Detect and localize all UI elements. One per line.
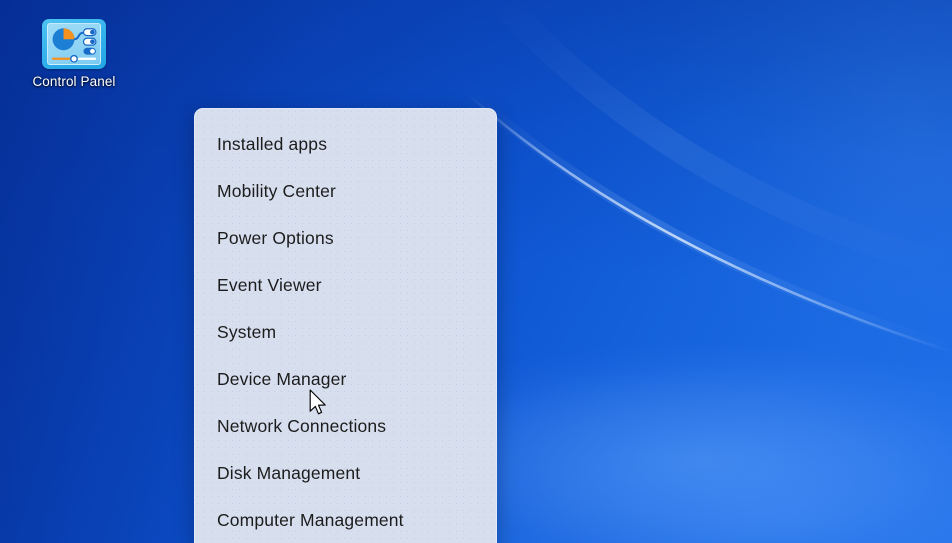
menu-item-computer-management[interactable]: Computer Management	[194, 497, 497, 543]
menu-item-disk-management[interactable]: Disk Management	[194, 450, 497, 497]
power-user-menu-list: Installed apps Mobility Center Power Opt…	[194, 108, 497, 543]
control-panel-icon-screen	[47, 23, 101, 65]
desktop[interactable]: Control Panel Installed apps Mobility Ce…	[0, 0, 952, 543]
control-panel-icon	[42, 19, 106, 69]
desktop-icon-control-panel[interactable]: Control Panel	[24, 14, 124, 90]
menu-item-power-options[interactable]: Power Options	[194, 215, 497, 262]
menu-item-event-viewer[interactable]: Event Viewer	[194, 262, 497, 309]
menu-item-system[interactable]: System	[194, 309, 497, 356]
menu-item-network-connections[interactable]: Network Connections	[194, 403, 497, 450]
menu-item-device-manager[interactable]: Device Manager	[194, 356, 497, 403]
desktop-icon-label: Control Panel	[32, 74, 116, 89]
power-user-menu[interactable]: Installed apps Mobility Center Power Opt…	[194, 108, 497, 543]
menu-item-installed-apps[interactable]: Installed apps	[194, 121, 497, 168]
menu-item-mobility-center[interactable]: Mobility Center	[194, 168, 497, 215]
